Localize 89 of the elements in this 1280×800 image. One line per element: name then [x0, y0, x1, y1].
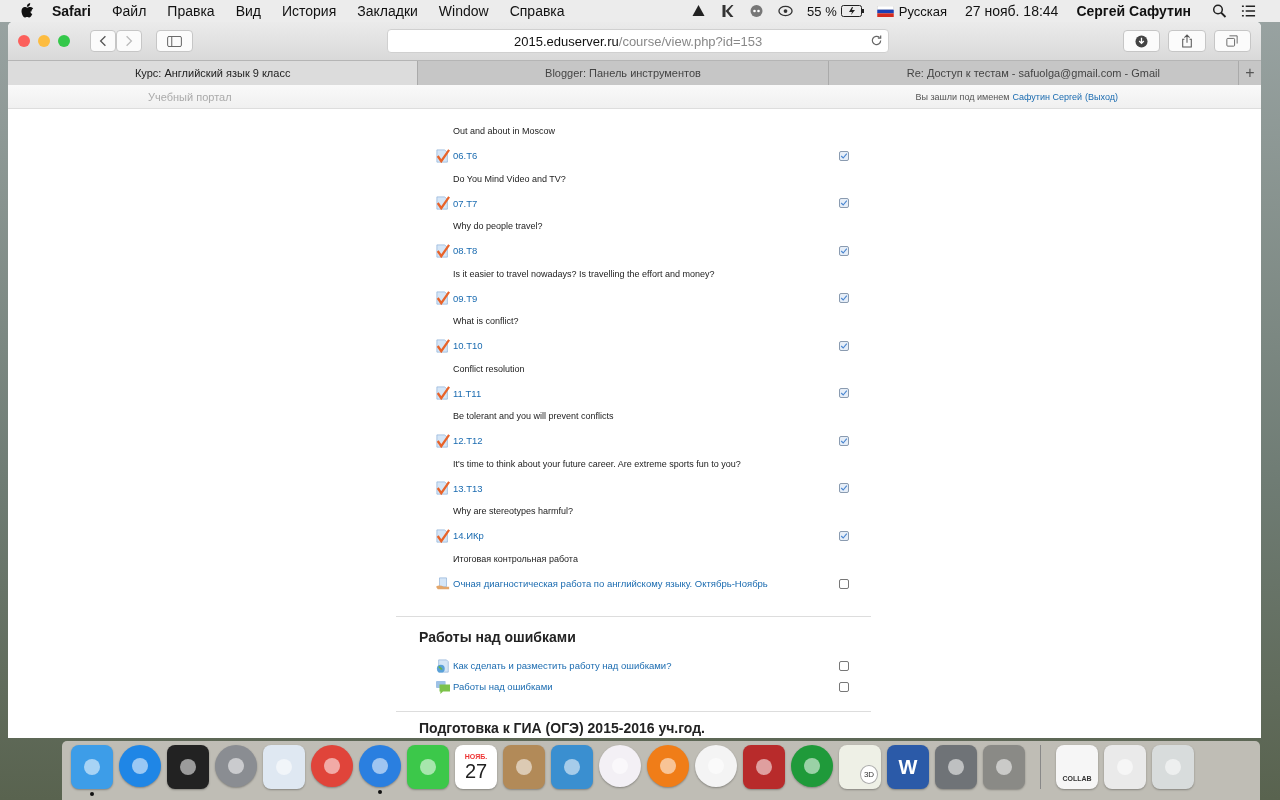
activity-description: What is conflict?	[452, 315, 520, 328]
activity-description: Why are stereotypes harmful?	[452, 505, 575, 518]
menu-item[interactable]: Справка	[509, 3, 565, 19]
activity-link[interactable]: 13.T13	[453, 482, 483, 494]
browser-tab[interactable]: Курс: Английский язык 9 класс	[8, 61, 419, 85]
activity-link[interactable]: Очная диагностическая работа по английскому языку. Октябрь-Ноябрь	[453, 578, 768, 589]
activity-link[interactable]: 06.T6	[453, 150, 478, 161]
completion-checkbox[interactable]	[839, 435, 849, 446]
reload-icon[interactable]	[869, 34, 883, 47]
activity-link[interactable]: Работы над ошибками	[453, 681, 553, 692]
checked-page-icon	[436, 528, 450, 543]
completion-checkbox[interactable]	[839, 293, 849, 303]
section-heading: Подготовка к ГИА (ОГЭ) 2015-2016 уч.год.	[418, 720, 706, 736]
activity-description: Is it easier to travel nowadays? Is travelling the effort and money?	[452, 267, 716, 281]
checked-page-icon	[436, 243, 450, 258]
completion-checkbox[interactable]	[839, 388, 849, 398]
checked-page-icon	[436, 386, 450, 400]
activity-description: Be tolerant and you will prevent conflicts	[452, 410, 615, 423]
completion-checkbox[interactable]	[839, 660, 849, 671]
activity-description: Conflict resolution	[452, 362, 526, 376]
checked-page-icon	[436, 433, 450, 448]
activity-link[interactable]: 08.T8	[453, 245, 478, 256]
document-icon[interactable]: W	[887, 745, 929, 789]
downloads-button[interactable]	[1122, 30, 1161, 52]
tabs-overview-button[interactable]	[1213, 30, 1251, 52]
checked-page-icon	[436, 196, 450, 210]
completion-checkbox[interactable]	[839, 681, 849, 692]
globe-page-icon	[436, 658, 450, 673]
section-heading: Работы над ошибками	[418, 629, 577, 645]
triangle-icon[interactable]	[691, 4, 707, 18]
chevron-right-icon	[125, 35, 133, 47]
chevron-left-icon	[99, 35, 107, 47]
menu-item[interactable]: Правка	[167, 3, 215, 19]
search-icon[interactable]	[1212, 4, 1227, 18]
share-icon	[1180, 34, 1193, 48]
checked-page-icon	[436, 338, 450, 353]
completion-checkbox[interactable]	[839, 578, 849, 589]
menu-app-name[interactable]: Safari	[52, 3, 91, 19]
menu-item[interactable]: Вид	[235, 3, 261, 19]
activity-link[interactable]: 10.T10	[453, 340, 483, 351]
completion-checkbox[interactable]	[839, 245, 849, 256]
completion-checkbox[interactable]	[839, 530, 849, 541]
letter-k-icon[interactable]	[720, 4, 736, 18]
tabs-icon	[1226, 35, 1239, 47]
logout-link[interactable]: (Выход)	[1085, 91, 1118, 102]
menu-item[interactable]: Window	[438, 3, 489, 19]
activity-link[interactable]: 07.T7	[453, 197, 478, 209]
map-icon[interactable]: 3D	[839, 745, 881, 789]
checked-page-icon	[436, 291, 450, 305]
completion-checkbox[interactable]	[839, 198, 849, 208]
activity-link[interactable]: 11.T11	[453, 387, 482, 399]
zoom-button[interactable]	[58, 35, 70, 47]
eyes-icon[interactable]	[749, 4, 765, 18]
sidebar-icon	[167, 35, 183, 47]
login-info-text: Вы зашли под именем	[915, 91, 1010, 102]
hand-page-icon	[436, 576, 450, 591]
sidebar-button[interactable]	[156, 30, 194, 52]
completion-checkbox[interactable]	[839, 483, 849, 493]
activity-link[interactable]: 09.T9	[453, 292, 478, 304]
speech-bubbles-icon	[436, 679, 450, 694]
activity-link[interactable]: 12.T12	[453, 435, 483, 446]
activity-description: Do You Mind Video and TV?	[452, 172, 567, 186]
input-source-label[interactable]: Русская	[898, 3, 947, 19]
activity-description: It's time to think about your future career. Are extreme sports fun to you?	[452, 457, 742, 471]
apple-logo-icon[interactable]	[20, 3, 34, 19]
menu-item[interactable]: Файл	[111, 3, 147, 19]
flag-icon[interactable]	[876, 5, 894, 17]
address-field[interactable]: 2015.eduserver.ru/course/view.php?id=153	[387, 29, 889, 53]
user-name[interactable]: Сергей Сафутин	[1076, 3, 1191, 19]
close-button[interactable]	[18, 35, 30, 47]
activity-link[interactable]: 14.ИКр	[453, 530, 484, 541]
checked-page-icon	[436, 481, 450, 495]
menu-item[interactable]: История	[281, 3, 337, 19]
battery-percentage[interactable]: 55 %	[807, 3, 837, 19]
menu-item[interactable]: Закладки	[357, 3, 418, 19]
user-link[interactable]: Сафутин Сергей	[1012, 91, 1083, 102]
download-icon	[1135, 34, 1148, 48]
menu-icon[interactable]	[1241, 4, 1256, 18]
checked-page-icon	[436, 148, 450, 163]
back-button[interactable]	[90, 30, 116, 52]
clock[interactable]: 27 нояб. 18:44	[965, 3, 1059, 19]
activity-description: Why do people travel?	[452, 220, 544, 233]
activity-description: Итоговая контрольная работа	[452, 552, 579, 566]
completion-checkbox[interactable]	[839, 340, 849, 351]
share-button[interactable]	[1168, 30, 1206, 52]
activity-description: Out and about in Moscow	[452, 125, 557, 138]
activity-link[interactable]: Как сделать и разместить работу над ошибками?	[453, 660, 672, 671]
battery-icon[interactable]	[840, 5, 865, 17]
completion-checkbox[interactable]	[839, 150, 849, 161]
